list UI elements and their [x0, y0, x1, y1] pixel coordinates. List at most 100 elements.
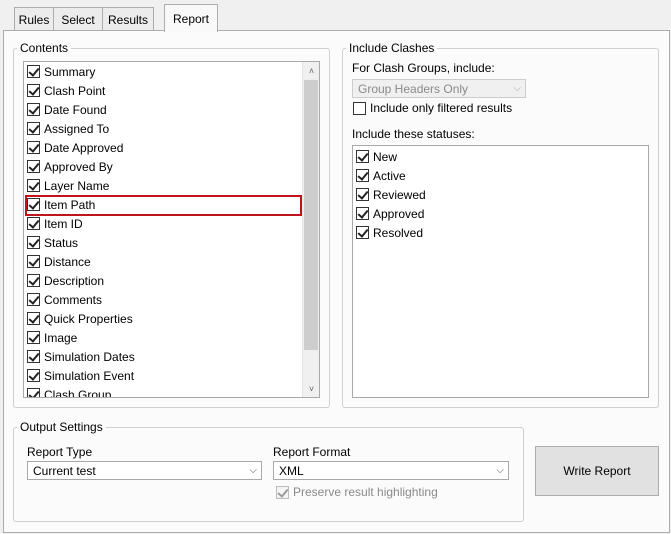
- list-item[interactable]: Active: [356, 166, 648, 185]
- tab-label: Rules: [18, 13, 50, 27]
- contents-listbox[interactable]: Summary Clash Point Date Found Assigned To D…: [23, 61, 320, 398]
- item-checkbox[interactable]: [356, 188, 369, 201]
- list-item[interactable]: Resolved: [356, 223, 648, 242]
- list-item[interactable]: Date Found: [27, 100, 319, 119]
- statuses-listbox[interactable]: New Active Reviewed Approved Resolved: [352, 145, 649, 398]
- item-checkbox[interactable]: [27, 84, 40, 97]
- item-checkbox[interactable]: [27, 179, 40, 192]
- list-item[interactable]: Approved: [356, 204, 648, 223]
- item-label: Image: [44, 330, 78, 345]
- item-label: Quick Properties: [44, 311, 133, 326]
- write-report-label: Write Report: [563, 464, 631, 478]
- list-item[interactable]: Simulation Event: [27, 366, 319, 385]
- item-label: Assigned To: [44, 121, 110, 136]
- tab-label: Select: [61, 13, 95, 27]
- item-label: New: [373, 149, 398, 164]
- item-checkbox[interactable]: [356, 169, 369, 182]
- item-label: Distance: [44, 254, 91, 269]
- filtered-results-checkbox-row[interactable]: Include only filtered results: [353, 101, 512, 115]
- clash-groups-combo[interactable]: Group Headers Only ⌵: [352, 79, 526, 98]
- list-item[interactable]: Clash Point: [27, 81, 319, 100]
- list-item[interactable]: Item ID: [27, 214, 319, 233]
- chevron-down-icon[interactable]: ˅: [303, 380, 319, 397]
- item-label: Item ID: [44, 216, 83, 231]
- item-label: Simulation Dates: [44, 349, 135, 364]
- item-label: Resolved: [373, 225, 424, 240]
- list-item[interactable]: Distance: [27, 252, 319, 271]
- item-label: Comments: [44, 292, 103, 307]
- report-format-combo[interactable]: XML ⌵: [273, 461, 509, 480]
- item-label: Description: [44, 273, 105, 288]
- report-type-combo[interactable]: Current test ⌵: [27, 461, 262, 480]
- tab-results[interactable]: Results: [102, 7, 154, 32]
- item-checkbox[interactable]: [27, 65, 40, 78]
- item-label: Active: [373, 168, 406, 183]
- list-item[interactable]: Date Approved: [27, 138, 319, 157]
- item-label: Clash Point: [44, 83, 106, 98]
- item-checkbox[interactable]: [27, 217, 40, 230]
- chevron-up-icon[interactable]: ˄: [303, 62, 319, 79]
- filtered-results-checkbox[interactable]: [353, 101, 366, 115]
- item-checkbox[interactable]: [27, 350, 40, 363]
- item-checkbox[interactable]: [27, 160, 40, 173]
- item-checkbox[interactable]: [27, 198, 40, 211]
- item-checkbox[interactable]: [356, 207, 369, 220]
- list-item[interactable]: Summary: [27, 62, 319, 81]
- item-label: Approved: [373, 206, 425, 221]
- list-item[interactable]: Quick Properties: [27, 309, 319, 328]
- list-item[interactable]: Description: [27, 271, 319, 290]
- tab-select[interactable]: Select: [53, 7, 103, 32]
- chevron-down-icon: ⌵: [249, 465, 257, 476]
- filtered-results-label: Include only filtered results: [370, 101, 513, 115]
- item-label: Date Found: [44, 102, 107, 117]
- list-item[interactable]: Approved By: [27, 157, 319, 176]
- clash-groups-label: For Clash Groups, include:: [352, 61, 495, 75]
- list-item[interactable]: Item Path: [27, 195, 319, 214]
- report-type-label: Report Type: [27, 445, 93, 459]
- preserve-highlighting-checkbox-row[interactable]: Preserve result highlighting: [276, 485, 438, 499]
- tab-rules[interactable]: Rules: [14, 7, 54, 32]
- item-checkbox[interactable]: [27, 331, 40, 344]
- item-label: Simulation Event: [44, 368, 135, 383]
- include-clashes-legend: Include Clashes: [349, 41, 435, 55]
- item-label: Date Approved: [44, 140, 124, 155]
- chevron-down-icon: ⌵: [496, 465, 504, 476]
- list-item[interactable]: Simulation Dates: [27, 347, 319, 366]
- item-checkbox[interactable]: [27, 369, 40, 382]
- list-item[interactable]: New: [356, 147, 648, 166]
- item-checkbox[interactable]: [356, 226, 369, 239]
- item-checkbox[interactable]: [27, 255, 40, 268]
- contents-scrollbar[interactable]: ˄ ˅: [302, 62, 319, 397]
- item-label: Layer Name: [44, 178, 110, 193]
- write-report-button[interactable]: Write Report: [535, 446, 659, 496]
- item-checkbox[interactable]: [27, 236, 40, 249]
- list-item[interactable]: Assigned To: [27, 119, 319, 138]
- item-checkbox[interactable]: [27, 312, 40, 325]
- statuses-label: Include these statuses:: [352, 127, 475, 141]
- scrollbar-thumb[interactable]: [304, 80, 318, 350]
- clash-groups-value: Group Headers Only: [358, 81, 469, 96]
- tab-label: Report: [172, 11, 210, 26]
- list-item[interactable]: Clash Group: [27, 385, 319, 398]
- tab-label: Results: [107, 13, 148, 27]
- list-item[interactable]: Layer Name: [27, 176, 319, 195]
- item-checkbox[interactable]: [27, 388, 40, 397]
- item-checkbox[interactable]: [27, 141, 40, 154]
- list-item[interactable]: Status: [27, 233, 319, 252]
- item-checkbox[interactable]: [27, 293, 40, 306]
- report-type-value: Current test: [33, 463, 96, 478]
- list-item[interactable]: Comments: [27, 290, 319, 309]
- item-checkbox[interactable]: [27, 103, 40, 116]
- preserve-highlighting-label: Preserve result highlighting: [293, 485, 438, 499]
- tab-report[interactable]: Report: [164, 4, 218, 32]
- report-format-value: XML: [279, 463, 304, 478]
- list-item[interactable]: Image: [27, 328, 319, 347]
- item-checkbox[interactable]: [27, 122, 40, 135]
- output-settings-legend: Output Settings: [20, 420, 103, 434]
- list-item[interactable]: Reviewed: [356, 185, 648, 204]
- item-checkbox[interactable]: [356, 150, 369, 163]
- item-label: Clash Group: [44, 387, 112, 398]
- item-label: Approved By: [44, 159, 113, 174]
- item-checkbox[interactable]: [27, 274, 40, 287]
- preserve-highlighting-checkbox[interactable]: [276, 485, 289, 499]
